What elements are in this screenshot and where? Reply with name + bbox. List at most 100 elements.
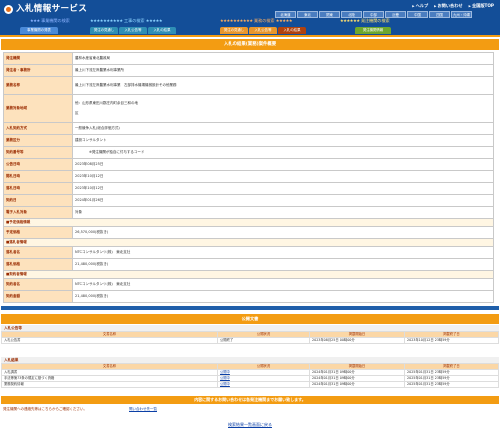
inquiry-list-link[interactable]: 問い合わせ先一覧 [129,404,157,415]
documents-title: 公開文書 [1,314,499,324]
region-hokkaido[interactable]: 北海道 [275,11,296,18]
tab-service-result[interactable]: 入札の結果 [278,27,306,34]
row-label: 発注機関 [3,52,73,65]
table-row: 業務契約情報 公開中 2024年01月31日 09時00分 2025年01月31… [1,381,499,388]
table-row: 入札契約方式 一般競争入札(総合評価方式) [3,122,494,135]
row-value: 他：山形県東田川郡庄内町余目三和の地区 [72,94,494,123]
region-kanto[interactable]: 関東 [319,11,340,18]
doc-end: 2023年10月12日 23時59分 [404,337,499,344]
row-label: 契約者名 [3,278,73,291]
main-content: 入札の結果(業務)案件概要 発注機関 農林水産省東北農政局 発注者・事務所 最上川下… [1,38,499,427]
region-chubu[interactable]: 中部 [363,11,384,18]
table-row: 電子入札対象 対象 [3,206,494,219]
region-row-1: 北海道 東北 関東 北陸 中部 近畿 中国 四国 九州・沖縄 [275,11,472,18]
service-tabs: 発注の見通し 入札公告等 入札の結果 [220,27,306,34]
contact-link[interactable]: お問い合わせ [434,3,462,8]
subsection-title: ■契約者情報 [3,270,494,279]
subsection-header: ■予定価格情報 [3,218,494,227]
region-chugoku[interactable]: 中国 [407,11,428,18]
row-value: 26,570,000(税抜き) [72,226,494,239]
subsection-title: ■落札者情報 [3,238,494,247]
tab-service-notice[interactable]: 入札公告等 [249,27,277,34]
tab-construction-outlook[interactable]: 発注の見通し [90,27,118,34]
table-row: 落札価格 21,480,000(税抜き) [3,258,494,271]
row-label: 公告日時 [3,158,73,171]
category-service: ★★★★★★★★★★ 業務の検索 ★★★★★ [220,18,293,23]
site-title: 入札情報サービス [16,4,88,14]
tab-construction-notice[interactable]: 入札公告等 [119,27,147,34]
row-label: 開札日時 [3,170,73,183]
table-row: 契約者名 NTCコンサルタンツ(株) 東北支社 [3,278,494,291]
section-divider [1,306,499,310]
row-label: 入札契約方式 [3,122,73,135]
table-row: 契約日 2024年01月26日 [3,194,494,207]
table-row: 開札日時 2023年10月12日 [3,170,494,183]
row-label: 業務名称 [3,76,73,95]
agency-tabs: 発注機関情報 [355,27,391,34]
table-row: 落札日時 2023年10月12日 [3,182,494,195]
table-row: 入札公告書 公開終了 2023年08月25日 00時00分 2023年10月12… [1,337,499,344]
business-tabs: 事業機関の発表 [20,27,58,34]
row-label: 落札者名 [3,246,73,259]
tab-business-announce[interactable]: 事業機関の発表 [20,27,58,34]
national-top-link[interactable]: 全国版TOP [469,3,494,8]
row-value: 最上川下流左岸農業水利事業 左部排水機場機械設計その他業務 [72,76,494,95]
row-value: ※発注機関が独自に付与するコード [72,146,494,159]
subsection-header: ■落札者情報 [3,238,494,247]
row-label: 契約金額 [3,290,73,303]
doc-status: 公開終了 [217,337,310,344]
row-label: 落札価格 [3,258,73,271]
region-shikoku[interactable]: 四国 [429,11,450,18]
row-value: 一般競争入札(総合評価方式) [72,122,494,135]
section-title: 入札の結果(業務)案件概要 [1,39,499,50]
tab-service-outlook[interactable]: 発注の見通し [220,27,248,34]
region-kyushu[interactable]: 九州・沖縄 [451,11,472,18]
row-value: 21,480,000(税抜き) [72,290,494,303]
row-value: 建設コンサルタント [72,134,494,147]
row-value: 21,480,000(税抜き) [72,258,494,271]
doc-start: 2023年08月25日 00時00分 [309,337,405,344]
row-value: 2023年08月25日 [72,158,494,171]
region-tohoku[interactable]: 東北 [297,11,318,18]
row-value: 農林水産省東北農政局 [72,52,494,65]
category-construction: ★★★★★★★★★★ 工事の検索 ★★★★★ [90,18,163,23]
site-logo-icon [4,5,13,14]
row-label: 予定価格 [3,226,73,239]
row-value: 2023年10月12日 [72,170,494,183]
header-underline [0,35,500,37]
help-link[interactable]: ヘルプ [412,3,429,8]
row-label: 契約番号等 [3,146,73,159]
tab-agency-info[interactable]: 発注機関情報 [355,27,391,34]
row-value: 最上川下流左岸農業水利事業所 [72,64,494,77]
table-row: 業務区分 建設コンサルタント [3,134,494,147]
row-label: 落札日時 [3,182,73,195]
row-label: 電子入札対象 [3,206,73,219]
table-row: 発注者・事務所 最上川下流左岸農業水利事業所 [3,64,494,77]
table-row: 業務名称 最上川下流左岸農業水利事業 左部排水機場機械設計その他業務 [3,76,494,95]
region-hokuriku[interactable]: 北陸 [341,11,362,18]
inquiry-text: 発注機関への連絡先等はこちらからご確認ください。 [3,407,87,411]
tab-construction-result[interactable]: 入札の結果 [148,27,176,34]
site-header: 入札情報サービス ヘルプ お問い合わせ 全国版TOP 北海道 東北 関東 北陸 … [0,0,500,37]
row-label: 業務区分 [3,134,73,147]
inquiry-row: 発注機関への連絡先等はこちらからご確認ください。 問い合わせ先一覧 [1,404,499,415]
doc-start: 2024年01月31日 09時00分 [309,381,405,388]
table-row: 落札者名 NTCコンサルタンツ(株) 東北支社 [3,246,494,259]
doc-name: 入札公告書 [1,337,218,344]
table-row: 公告日時 2023年08月25日 [3,158,494,171]
table-row: 発注機関 農林水産省東北農政局 [3,52,494,65]
subsection-header: ■契約者情報 [3,270,494,279]
back-to-results-link[interactable]: 検索結果一覧画面に戻る [1,423,499,427]
row-label: 業務対象地域 [3,94,73,123]
doc-status-link[interactable]: 公開中 [217,381,310,388]
inquiry-banner: 内容に関するお問い合わせは各発注機関までお願い致します。 [1,396,499,404]
table-row: 予定価格 26,570,000(税抜き) [3,226,494,239]
public-documents: 公開文書 入札公告等 文書名称 公開状況 掲載開始日 掲載終了日 入札公告書 公… [1,314,499,388]
row-value: NTCコンサルタンツ(株) 東北支社 [72,246,494,259]
table-row: 契約金額 21,480,000(税抜き) [3,290,494,303]
table-row: 業務対象地域 他：山形県東田川郡庄内町余目三和の地区 [3,94,494,123]
region-kinki[interactable]: 近畿 [385,11,406,18]
row-value: 対象 [72,206,494,219]
table-row: 契約番号等 ※発注機関が独自に付与するコード [3,146,494,159]
notice-documents-table: 文書名称 公開状況 掲載開始日 掲載終了日 入札公告書 公開終了 2023年08… [1,331,499,344]
